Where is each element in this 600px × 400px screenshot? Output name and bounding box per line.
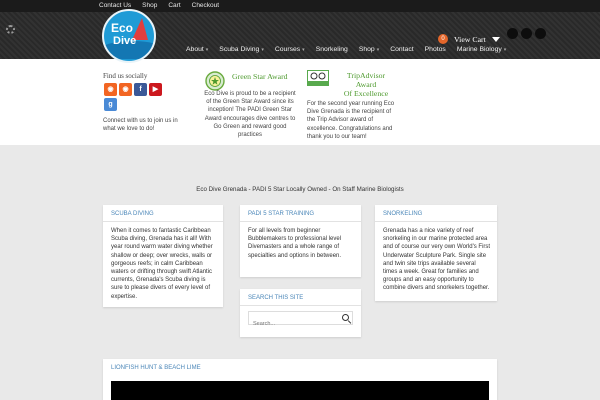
rss-icon[interactable]: ◉ — [119, 83, 132, 96]
nav-item-contact[interactable]: Contact — [390, 44, 413, 56]
social-circle-icon[interactable] — [535, 28, 546, 39]
view-cart-button[interactable]: 0 View Cart — [438, 34, 500, 44]
search-input[interactable] — [249, 318, 339, 330]
card-scuba-diving: SCUBA DIVING When it comes to fantastic … — [103, 205, 223, 307]
card-heading[interactable]: SNORKELING — [383, 211, 422, 217]
green-star-title: Green Star Award — [232, 72, 288, 81]
green-star-body: Eco Dive is proud to be a recipient of t… — [204, 91, 296, 139]
logo-text-dive: Dive — [113, 35, 137, 47]
nav-item-about[interactable]: About ▾ — [186, 44, 208, 56]
header-social-links — [507, 28, 546, 39]
cart-count-badge: 0 — [438, 34, 448, 44]
top-link-cart[interactable]: Cart — [168, 0, 180, 12]
rss-icon[interactable]: ◉ — [104, 83, 117, 96]
search-field[interactable] — [248, 311, 353, 330]
nav-item-photos[interactable]: Photos — [425, 44, 446, 56]
divider — [375, 221, 497, 222]
card-heading: SEARCH THIS SITE — [248, 295, 304, 301]
tripadvisor-title: TripAdvisor Award Of Excellence — [343, 71, 389, 98]
top-link-checkout[interactable]: Checkout — [192, 0, 219, 12]
social-widget-title: Find us socially — [103, 72, 148, 80]
chevron-down-icon — [491, 36, 500, 42]
card-heading[interactable]: SCUBA DIVING — [111, 211, 154, 217]
chevron-down-icon: ▾ — [302, 47, 305, 53]
card-search: SEARCH THIS SITE — [240, 289, 361, 337]
social-circle-icon[interactable] — [521, 28, 532, 39]
card-text: When it comes to fantastic Caribbean Scu… — [111, 228, 213, 300]
tripadvisor-body: For the second year running Eco Dive Gre… — [307, 101, 395, 140]
card-text: Grenada has a nice variety of reef snork… — [383, 228, 491, 292]
chevron-down-icon: ▾ — [503, 47, 507, 53]
loading-spinner-icon — [6, 25, 15, 34]
site-tagline: Eco Dive Grenada - PADI 5 Star Locally O… — [196, 186, 404, 193]
social-icons: ◉ ◉ f ▶ g — [104, 83, 176, 111]
logo-text-eco: Eco — [111, 21, 134, 35]
chevron-down-icon: ▾ — [205, 47, 209, 53]
connect-text: Connect with us to join us in what we lo… — [103, 118, 178, 132]
card-padi-training: PADI 5 STAR TRAINING For all levels from… — [240, 205, 361, 277]
nav-item-scuba-diving[interactable]: Scuba Diving ▾ — [219, 44, 264, 56]
facebook-icon[interactable]: f — [134, 83, 147, 96]
header-widgets: Find us socially ◉ ◉ f ▶ g Connect with … — [0, 59, 600, 145]
video-player[interactable] — [111, 381, 489, 400]
card-heading[interactable]: PADI 5 STAR TRAINING — [248, 211, 314, 217]
green-star-badge-icon — [205, 71, 225, 91]
nav-item-marine-biology[interactable]: Marine Biology ▾ — [457, 44, 506, 56]
main-nav: About ▾ Scuba Diving ▾ Courses ▾ Snorkeling… — [186, 44, 517, 56]
divider — [240, 221, 361, 222]
google-icon[interactable]: g — [104, 98, 117, 111]
youtube-icon[interactable]: ▶ — [149, 83, 162, 96]
nav-item-courses[interactable]: Courses ▾ — [275, 44, 305, 56]
top-bar: Contact Us Shop Cart Checkout — [0, 0, 600, 12]
social-circle-icon[interactable] — [507, 28, 518, 39]
site-header: 0 View Cart About ▾ Scuba Diving ▾ Courses… — [0, 12, 600, 59]
nav-item-snorkeling[interactable]: Snorkeling — [316, 44, 348, 56]
view-cart-label: View Cart — [454, 34, 486, 44]
card-heading[interactable]: LIONFISH HUNT & BEACH LIME — [111, 365, 201, 371]
card-snorkeling: SNORKELING Grenada has a nice variety of… — [375, 205, 497, 301]
chevron-down-icon: ▾ — [376, 47, 380, 53]
search-icon[interactable] — [342, 314, 349, 321]
divider — [240, 305, 361, 306]
card-text: For all levels from beginner Bubblemaker… — [248, 228, 342, 259]
nav-item-shop[interactable]: Shop ▾ — [359, 44, 379, 56]
divider — [103, 221, 223, 222]
eco-dive-logo[interactable]: Eco Dive — [102, 9, 156, 63]
top-link-shop[interactable]: Shop — [142, 0, 157, 12]
chevron-down-icon: ▾ — [261, 47, 264, 53]
tripadvisor-badge-icon — [307, 70, 329, 86]
